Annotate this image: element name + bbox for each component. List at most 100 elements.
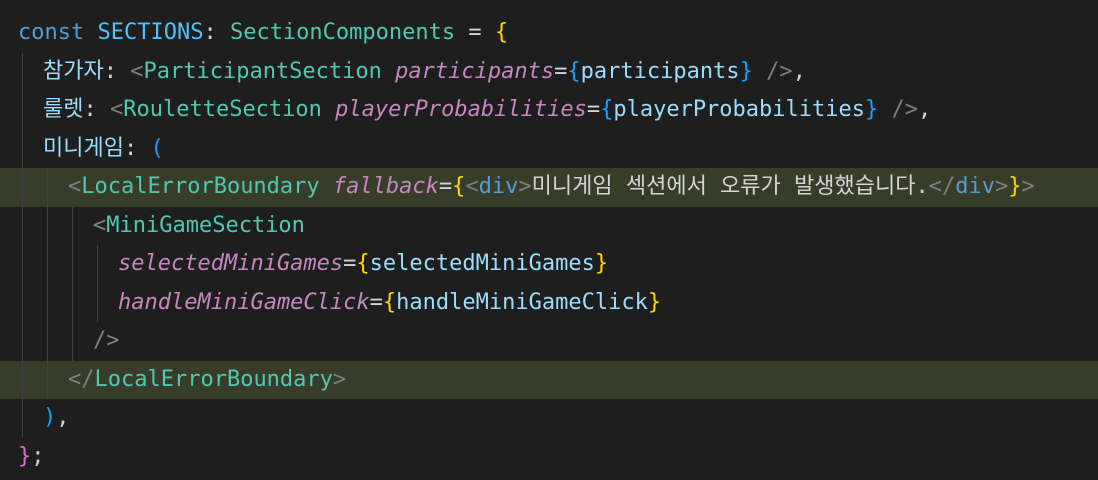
code-token: selectedMiniGames [369, 251, 595, 276]
code-token: > [994, 174, 1009, 199]
indent-guide [22, 206, 23, 245]
code-token: const [18, 20, 98, 45]
indent-guide [22, 129, 23, 168]
indent-guide [22, 245, 23, 284]
indent-guide [47, 168, 48, 207]
code-token: , [792, 58, 806, 84]
code-line[interactable]: /> [0, 322, 1098, 361]
indent-guide [72, 206, 73, 245]
indent-guide [47, 206, 48, 245]
code-token: handleMiniGameClick [118, 289, 370, 315]
indent-guide [47, 360, 48, 399]
code-token: participants [580, 58, 740, 84]
indent-guide [22, 168, 23, 207]
code-token: ParticipantSection [143, 58, 382, 84]
code-token: < [465, 174, 479, 199]
code-token: 룰렛 [43, 97, 84, 122]
code-token: playerProbabilities [335, 97, 587, 122]
code-token: </ [928, 174, 956, 199]
code-token: = [455, 20, 495, 45]
indent-guide [47, 322, 48, 361]
indent-guide [22, 52, 23, 91]
code-token: </ [68, 366, 95, 392]
code-line[interactable]: const SECTIONS: SectionComponents = { [0, 14, 1098, 53]
code-token: } [739, 58, 753, 84]
code-token: playerProbabilities [613, 97, 866, 122]
code-token: > [1021, 174, 1035, 199]
code-token: < [68, 174, 82, 199]
code-token: ( [150, 135, 164, 161]
code-token: SECTIONS [97, 20, 204, 45]
code-line[interactable]: <MiniGameSection [0, 206, 1098, 245]
code-token: { [600, 97, 614, 122]
code-line[interactable]: ), [0, 399, 1098, 438]
code-token: RouletteSection [123, 97, 322, 122]
indent-guide [22, 91, 23, 130]
code-token: 미니게임 섹션에서 오류가 발생했습니다. [531, 174, 929, 199]
code-token: LocalErrorBoundary [94, 366, 333, 392]
code-token: ) [43, 405, 57, 430]
code-line[interactable]: </LocalErrorBoundary> [0, 360, 1098, 399]
indent-guide [22, 360, 23, 399]
code-line[interactable]: handleMiniGameClick={handleMiniGameClick… [0, 283, 1098, 322]
code-token: div [478, 174, 519, 199]
code-token: > [332, 366, 347, 392]
code-token: handleMiniGameClick [396, 289, 648, 315]
indent-guide [72, 322, 73, 361]
code-token: { [382, 289, 397, 315]
code-token: /> [766, 58, 793, 84]
code-line[interactable]: }; [0, 438, 1098, 477]
code-line[interactable]: 미니게임: ( [0, 129, 1098, 168]
code-editor[interactable]: const SECTIONS: SectionComponents = {참가자… [0, 0, 1098, 480]
code-token: div [955, 174, 995, 199]
code-token: { [494, 20, 509, 45]
code-token: 참가자 [43, 58, 104, 84]
code-token: , [56, 405, 70, 430]
code-line[interactable]: <LocalErrorBoundary fallback={<div>미니게임 … [0, 168, 1098, 207]
code-token: } [1008, 174, 1022, 199]
indent-guide [22, 283, 23, 322]
code-token: : [203, 20, 230, 45]
indent-guide [47, 245, 48, 284]
code-token: SectionComponents [229, 20, 456, 45]
code-token: < [109, 97, 124, 122]
code-token: participants [395, 58, 555, 84]
code-token: } [865, 97, 879, 122]
code-token: : [83, 97, 110, 122]
code-token: ; [31, 443, 45, 469]
indent-guide [47, 283, 48, 322]
code-line[interactable]: selectedMiniGames={selectedMiniGames} [0, 245, 1098, 284]
code-token: < [93, 212, 107, 238]
code-token: = [369, 289, 383, 315]
code-token: : [103, 58, 131, 84]
code-line[interactable]: 룰렛: <RouletteSection playerProbabilities… [0, 91, 1098, 130]
code-token: = [438, 174, 453, 199]
code-token: /> [93, 328, 120, 353]
code-token: , [918, 97, 932, 122]
code-token: = [554, 58, 568, 84]
code-token: /> [891, 97, 919, 122]
code-token: { [356, 251, 370, 276]
indent-guide [22, 399, 23, 438]
code-token: = [586, 97, 601, 122]
code-token: { [452, 174, 466, 199]
code-token: fallback [332, 174, 439, 199]
code-token: } [647, 289, 662, 315]
code-line[interactable]: 참가자: <ParticipantSection participants={p… [0, 52, 1098, 91]
code-token: } [594, 251, 609, 276]
code-token: MiniGameSection [106, 212, 305, 238]
code-token: selectedMiniGames [118, 251, 344, 276]
indent-guide [22, 322, 23, 361]
indent-guide [97, 245, 98, 284]
indent-guide [72, 283, 73, 322]
code-token: LocalErrorBoundary [81, 174, 320, 199]
code-token: { [567, 58, 581, 84]
code-token: > [518, 174, 532, 199]
code-token: < [130, 58, 144, 84]
code-token: 미니게임 [43, 135, 124, 161]
